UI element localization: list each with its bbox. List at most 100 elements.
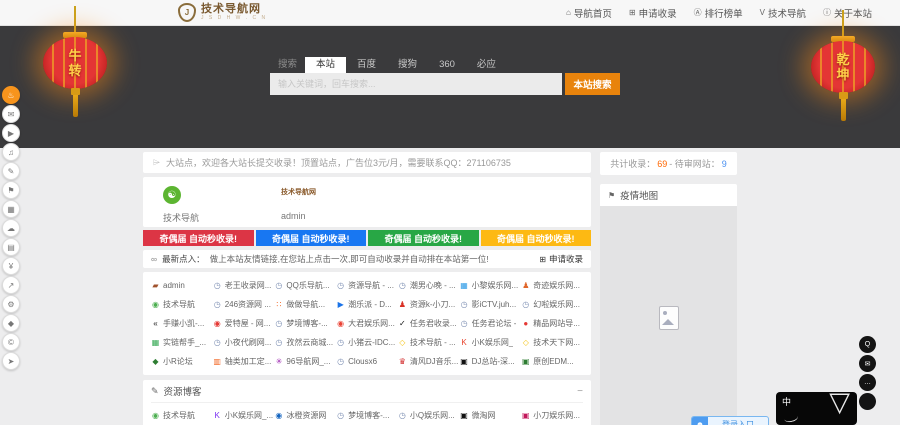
flag-button[interactable]: ⚑ [2, 181, 20, 199]
site-link[interactable]: ◉ 技术导航 [151, 406, 213, 425]
apps-button[interactable]: ▦ [2, 200, 20, 218]
site-link[interactable]: K 小K娱乐网_... [213, 406, 275, 425]
site-link[interactable]: ♛ 清风DJ音乐... [398, 352, 460, 371]
nav-label: 导航首页 [574, 6, 612, 20]
site-link[interactable]: ◷ 246资源网 ... [213, 295, 275, 314]
site-link[interactable]: ● 精品网站导... [521, 314, 583, 333]
site-link[interactable]: ◷ 老王收录网... [213, 276, 275, 295]
site-link[interactable]: « 手赚小凯-... [151, 314, 213, 333]
site-link[interactable]: ▣ 原创EDM... [521, 352, 583, 371]
apply-inclusion-link[interactable]: ⊞ 申请收录 [539, 253, 583, 265]
nav-label: 排行榜单 [705, 6, 743, 20]
chat-button[interactable]: … [859, 374, 876, 391]
site-link[interactable]: ◷ 小猪云-IDC... [336, 333, 398, 352]
promo-banner[interactable]: 奇偶届 自动秒收录! [481, 230, 592, 246]
video-button[interactable]: ▶ [2, 124, 20, 142]
plus-icon: ⊞ [539, 255, 546, 264]
promo-widget[interactable]: 中 ▽ [776, 392, 857, 425]
music-button[interactable]: ♫ [2, 143, 20, 161]
search-tab[interactable]: 360 [428, 57, 466, 73]
lantern-tassel [71, 88, 80, 95]
topnav-item[interactable]: V 技术导航 [760, 6, 806, 20]
promo-banner[interactable]: 奇偶届 自动秒收录! [256, 230, 367, 246]
search-input[interactable] [270, 73, 562, 95]
site-link[interactable]: ◉ 大君娱乐网... [336, 314, 398, 333]
site-link[interactable]: ◷ Clousx6 [336, 352, 398, 371]
site-link[interactable]: ◷ 资源导航 - ... [336, 276, 398, 295]
search-tab[interactable]: 百度 [346, 57, 387, 73]
site-link[interactable]: ◷ QQ乐导航... [274, 276, 336, 295]
site-link[interactable]: ◇ 技术导航 - ... [398, 333, 460, 352]
mail-button[interactable]: ✉ [2, 105, 20, 123]
top-button[interactable] [859, 393, 876, 410]
file-button[interactable]: ▤ [2, 238, 20, 256]
featured-site[interactable]: 技术导航网 · · · · · admin [281, 177, 377, 227]
site-link[interactable]: ▣ DJ总站-深... [460, 352, 522, 371]
site-link[interactable]: ◷ 小夜代刷网... [213, 333, 275, 352]
site-favicon: ◇ [398, 338, 407, 347]
trend-icon: ↗ [8, 281, 15, 290]
site-label: 任务君收录... [410, 318, 457, 329]
site-link[interactable]: ▰ admin [151, 276, 213, 295]
login-button[interactable]: ☻ 登录入口 [691, 416, 769, 425]
site-link[interactable]: ◷ 孜然云商城... [274, 333, 336, 352]
collapse-button[interactable]: − [577, 386, 583, 397]
copyright-button[interactable]: © [2, 333, 20, 351]
site-link[interactable]: ✓ 任务君收录... [398, 314, 460, 333]
site-link[interactable]: ▥ 轴类加工定... [213, 352, 275, 371]
site-link[interactable]: ✳ 96导航网_... [274, 352, 336, 371]
cloud-button[interactable]: ☁ [2, 219, 20, 237]
site-link[interactable]: ◆ 小R论坛 [151, 352, 213, 371]
topnav-item[interactable]: Ⓐ 排行榜单 [694, 6, 743, 20]
site-link[interactable]: ◷ 潮男心晚 - ... [398, 276, 460, 295]
gem-button[interactable]: ◆ [2, 314, 20, 332]
blog-icon: ✎ [151, 386, 159, 397]
site-label: 实链帮手_... [163, 337, 206, 348]
gear-button[interactable]: ⚙ [2, 295, 20, 313]
search-label: 搜索 [270, 53, 305, 73]
trend-button[interactable]: ↗ [2, 276, 20, 294]
site-link[interactable]: ◷ 任务君论坛 - [460, 314, 522, 333]
site-link[interactable]: ▣ 微淘网 [460, 406, 522, 425]
links-card: ▰ admin ◷ 老王收录网... ◷ QQ乐导航... ◷ 资源导航 - .… [143, 272, 591, 375]
site-link[interactable]: ◷ 小Q娱乐网... [398, 406, 460, 425]
site-link[interactable]: ∷ 做做导航... [274, 295, 336, 314]
topnav-item[interactable]: ⌂ 导航首页 [566, 6, 612, 20]
site-link[interactable]: K 小K娱乐网_ [460, 333, 522, 352]
site-label: 技术导航 [163, 299, 195, 310]
search-tab[interactable]: 搜狗 [387, 57, 428, 73]
site-link[interactable]: ♟ 奇迹娱乐网... [521, 276, 583, 295]
search-tab[interactable]: 本站 [305, 57, 346, 73]
site-logo[interactable]: J 技术导航网 J S D H W . C N [178, 3, 267, 22]
mail-button[interactable]: ✉ [859, 355, 876, 372]
search-tab[interactable]: 必应 [466, 57, 507, 73]
flame-button[interactable]: ♨ [2, 86, 20, 104]
site-favicon: ◷ [398, 281, 407, 290]
promo-banner[interactable]: 奇偶届 自动秒收录! [368, 230, 479, 246]
site-link[interactable]: ◉ 技术导航 [151, 295, 213, 314]
site-link[interactable]: ♟ 资源k-小刀... [398, 295, 460, 314]
site-link[interactable]: ◷ 影iCTV.juh... [460, 295, 522, 314]
topnav-item[interactable]: ⊞ 申请收录 [629, 6, 677, 20]
site-link[interactable]: ◉ 爱特屋 - 网... [213, 314, 275, 333]
qq-button[interactable]: Q [859, 336, 876, 353]
site-link[interactable]: ◷ 梦境博客-... [274, 314, 336, 333]
site-search-button[interactable]: 本站搜索 [565, 73, 620, 95]
edit-button[interactable]: ✎ [2, 162, 20, 180]
site-link[interactable]: ◷ 梦境博客-... [336, 406, 398, 425]
yen-button[interactable]: ¥ [2, 257, 20, 275]
promo-banner[interactable]: 奇偶届 自动秒收录! [143, 230, 254, 246]
site-link[interactable]: ▶ 潮乐派 - D... [336, 295, 398, 314]
site-link[interactable]: ▣ 小刀娱乐网... [521, 406, 583, 425]
apps-icon: ▦ [7, 205, 15, 214]
site-link[interactable]: ◇ 技术天下网... [521, 333, 583, 352]
site-link[interactable]: ◉ 冰橙资源网 [274, 406, 336, 425]
site-link[interactable]: ◷ 幻啦娱乐网... [521, 295, 583, 314]
site-label: 246资源网 ... [225, 299, 271, 310]
site-link[interactable]: ▦ 实链帮手_... [151, 333, 213, 352]
site-favicon: ◷ [274, 338, 283, 347]
site-favicon: ◷ [336, 338, 345, 347]
send-button[interactable]: ➤ [2, 352, 20, 370]
site-link[interactable]: ▦ 小黎娱乐网... [460, 276, 522, 295]
featured-site[interactable]: ☯ 技术导航 [163, 177, 259, 227]
